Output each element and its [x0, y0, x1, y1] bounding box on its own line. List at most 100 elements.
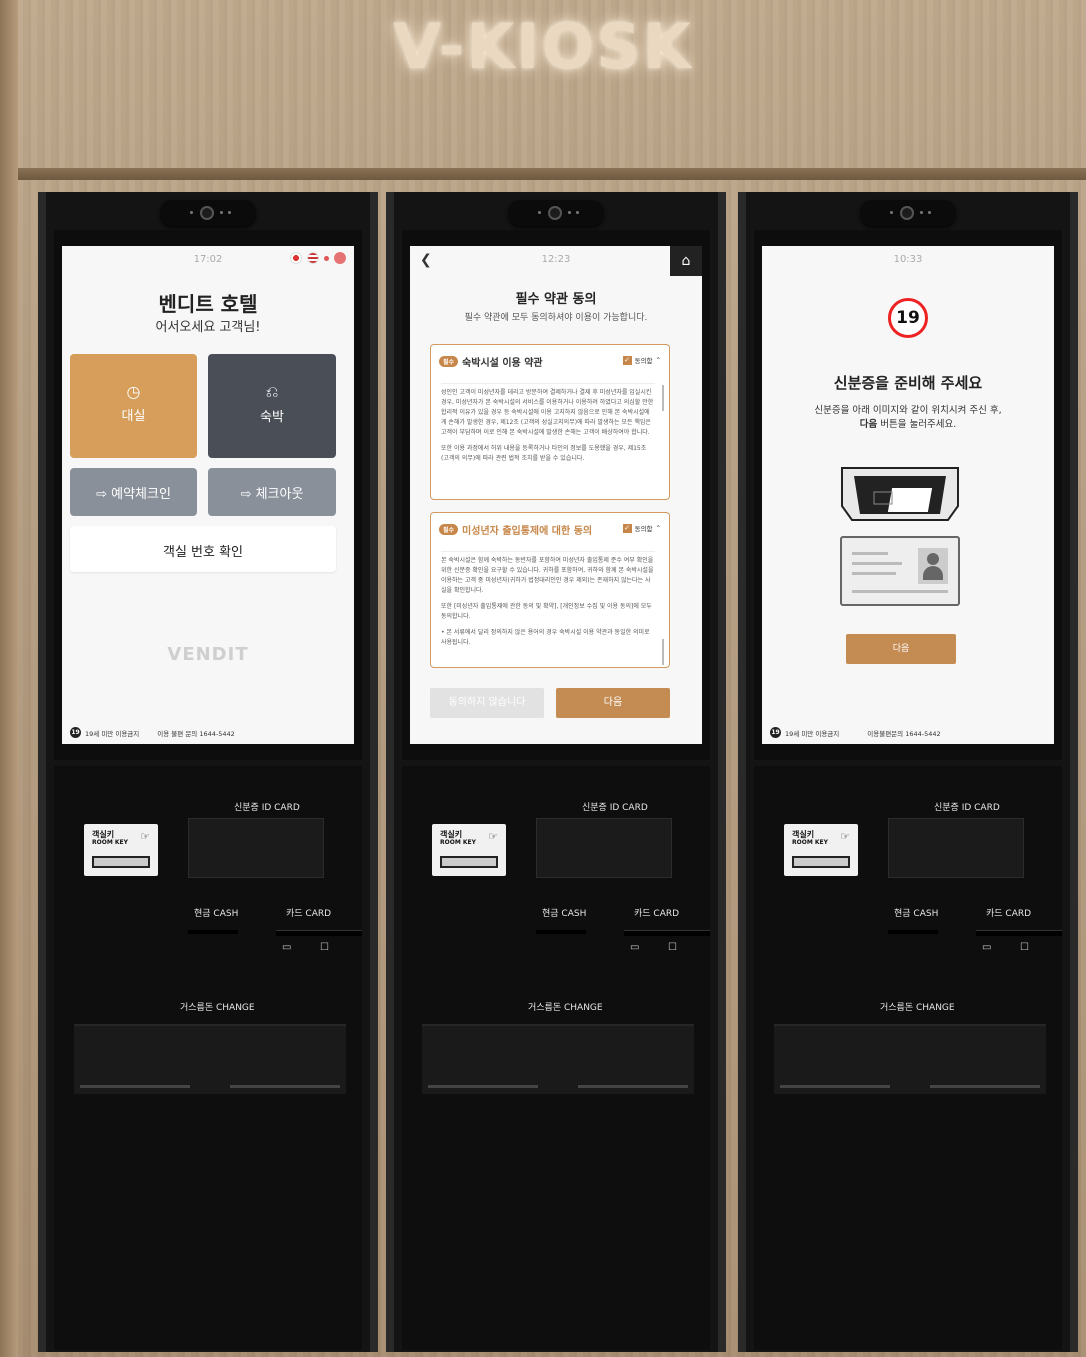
room-key-label-en: ROOM KEY	[440, 839, 476, 846]
kiosk-2: ❮ 12:23 ⌂ 필수 약관 동의 필수 약관에 모두 동의하셔야 이용이 가…	[386, 192, 726, 1352]
id-card-illustration-icon	[840, 536, 960, 606]
cash-label: 현금 CASH	[194, 909, 239, 919]
terms-title: 필수 약관 동의	[515, 292, 597, 307]
checkout-button[interactable]: ⇨ 체크아웃	[208, 468, 336, 516]
required-badge: 필수	[439, 524, 459, 535]
next-button[interactable]: 다음	[846, 634, 956, 664]
agree-label: 동의함	[634, 357, 653, 365]
room-number-check-button[interactable]: 객실 번호 확인	[70, 526, 336, 572]
card-insert-icon: ▭	[982, 942, 992, 953]
room-key-label-en: ROOM KEY	[92, 839, 128, 846]
agree-label: 동의함	[634, 525, 653, 533]
chevron-up-icon[interactable]: ⌃	[656, 356, 661, 364]
language-selector	[290, 252, 346, 264]
room-key-slot[interactable]	[440, 856, 498, 868]
kiosk-hardware: 신분증 ID CARD 객실키 ROOM KEY ☞ 현금 CASH 카드 CA…	[754, 766, 1062, 1350]
english-flag-icon[interactable]	[307, 252, 319, 264]
age-19-icon: 19	[70, 727, 81, 738]
card-tap-icon: ☐	[1020, 942, 1029, 953]
change-tray[interactable]	[74, 1024, 346, 1094]
term-paragraph: 성인인 고객이 미성년자를 데리고 방문하여 결제하거나 결제 후 미성년자를 …	[441, 389, 654, 436]
id-card-scanner[interactable]	[888, 818, 1024, 878]
hotel-title: 벤디트 호텔	[158, 292, 258, 316]
term-paragraph: • 본 서류에서 달리 정의하지 않은 용어의 경우 숙박시설 이용 약관과 동…	[441, 629, 650, 646]
card-label: 카드 CARD	[286, 909, 332, 919]
cash-label: 현금 CASH	[542, 909, 587, 919]
card-insert-icon: ▭	[282, 942, 292, 953]
contactless-icon: ☞	[840, 830, 850, 843]
kiosk-screen-terms: ❮ 12:23 ⌂ 필수 약관 동의 필수 약관에 모두 동의하셔야 이용이 가…	[410, 246, 702, 744]
age-restriction-text: 19세 미만 이용금지	[785, 729, 840, 738]
id-prepare-title: 신분증을 준비해 주세요	[833, 374, 983, 392]
screen-footer: 19 19세 미만 이용금지 이용 불편 문의 1644-5442	[70, 727, 235, 738]
japanese-flag-icon[interactable]	[324, 255, 329, 261]
terms-box-lodging: 필수 숙박시설 이용 약관 ✓ 동의함 ⌃ 성인인 고객이 미성년자를 데리고 …	[430, 344, 670, 500]
term-title: 숙박시설 이용 약관	[462, 358, 543, 369]
change-tray[interactable]	[774, 1024, 1046, 1094]
contact-text: 이용 불편 문의 1644-5442	[157, 729, 235, 738]
bed-icon: ⎌	[265, 382, 279, 401]
contact-text: 이용불편문의 1644-5442	[867, 729, 941, 738]
home-icon[interactable]: ⌂	[670, 246, 702, 276]
id-scanner-illustration-icon	[841, 467, 959, 521]
brand-sign: V-KIOSK	[393, 10, 693, 83]
korean-flag-icon[interactable]	[290, 252, 302, 264]
daesil-label: 대실	[121, 409, 146, 424]
id-card-label: 신분증 ID CARD	[234, 803, 300, 813]
id-card-scanner[interactable]	[536, 818, 672, 878]
scrollbar[interactable]	[662, 639, 664, 665]
id-card-label: 신분증 ID CARD	[582, 803, 648, 813]
card-slot[interactable]	[276, 930, 362, 936]
agree-checkbox[interactable]: ✓ 동의함 ⌃	[622, 523, 661, 533]
camera	[160, 200, 256, 226]
scrollbar[interactable]	[662, 385, 664, 411]
card-tap-icon: ☐	[320, 942, 329, 953]
clock-icon: ◷	[126, 382, 141, 401]
change-tray[interactable]	[422, 1024, 694, 1094]
room-key-dispenser[interactable]: 객실키 ROOM KEY ☞	[784, 824, 858, 876]
disagree-button[interactable]: 동의하지 않습니다	[430, 688, 544, 718]
room-key-slot[interactable]	[92, 856, 150, 868]
card-tap-icon: ☐	[668, 942, 677, 953]
screen-footer: 19 19세 미만 이용금지 이용불편문의 1644-5442	[770, 727, 941, 738]
room-key-label-en: ROOM KEY	[792, 839, 828, 846]
age-restriction-text: 19세 미만 이용금지	[85, 729, 140, 738]
term-title: 미성년자 출입통제에 대한 동의	[462, 526, 593, 537]
chevron-up-icon[interactable]: ⌃	[656, 524, 661, 532]
id-card-scanner[interactable]	[188, 818, 324, 878]
instruction-bold: 다음	[859, 419, 878, 430]
cash-label: 현금 CASH	[894, 909, 939, 919]
welcome-subtitle: 어서오세요 고객님!	[155, 320, 261, 335]
change-label: 거스름돈 CHANGE	[528, 1003, 603, 1013]
terms-box-minor: 필수 미성년자 출입통제에 대한 동의 ✓ 동의함 ⌃ 본 숙박시설은 함께 숙…	[430, 512, 670, 668]
card-slot[interactable]	[976, 930, 1062, 936]
card-label: 카드 CARD	[634, 909, 680, 919]
header-shelf	[18, 168, 1086, 180]
kiosk-screen-home: 17:02 벤디트 호텔 어서오세요 고객님! ◷ 대실 ⎌ 숙박 ⇨ 예약체크…	[62, 246, 354, 744]
room-key-slot[interactable]	[792, 856, 850, 868]
camera	[508, 200, 604, 226]
cash-slot[interactable]	[188, 930, 238, 934]
kiosk-hardware: 신분증 ID CARD 객실키 ROOM KEY ☞ 현금 CASH 카드 CA…	[54, 766, 362, 1350]
contactless-icon: ☞	[140, 830, 150, 843]
cash-slot[interactable]	[536, 930, 586, 934]
required-badge: 필수	[439, 356, 459, 367]
card-slot[interactable]	[624, 930, 710, 936]
room-key-dispenser[interactable]: 객실키 ROOM KEY ☞	[432, 824, 506, 876]
change-label: 거스름돈 CHANGE	[180, 1003, 255, 1013]
next-button[interactable]: 다음	[556, 688, 670, 718]
sukbak-label: 숙박	[260, 410, 284, 425]
sukbak-button[interactable]: ⎌ 숙박	[208, 354, 336, 458]
reservation-checkin-button[interactable]: ⇨ 예약체크인	[70, 468, 197, 516]
room-key-dispenser[interactable]: 객실키 ROOM KEY ☞	[84, 824, 158, 876]
id-instruction-line2: 다음 버튼을 눌러주세요.	[762, 416, 1054, 430]
cash-slot[interactable]	[888, 930, 938, 934]
card-label: 카드 CARD	[986, 909, 1032, 919]
term-body: 본 숙박시설은 함께 숙박하는 동반자를 포함하여 미성년자 출입통제 준수 여…	[441, 551, 655, 654]
term-paragraph: 또한 [미성년자 출입통제에 관한 동의 및 확약], [개인정보 수집 및 이…	[441, 603, 652, 620]
contactless-icon: ☞	[488, 830, 498, 843]
agree-checkbox[interactable]: ✓ 동의함 ⌃	[622, 355, 661, 365]
chinese-flag-icon[interactable]	[334, 252, 346, 264]
daesil-button[interactable]: ◷ 대실	[70, 354, 197, 458]
kiosk-1: 17:02 벤디트 호텔 어서오세요 고객님! ◷ 대실 ⎌ 숙박 ⇨ 예약체크…	[38, 192, 378, 1352]
